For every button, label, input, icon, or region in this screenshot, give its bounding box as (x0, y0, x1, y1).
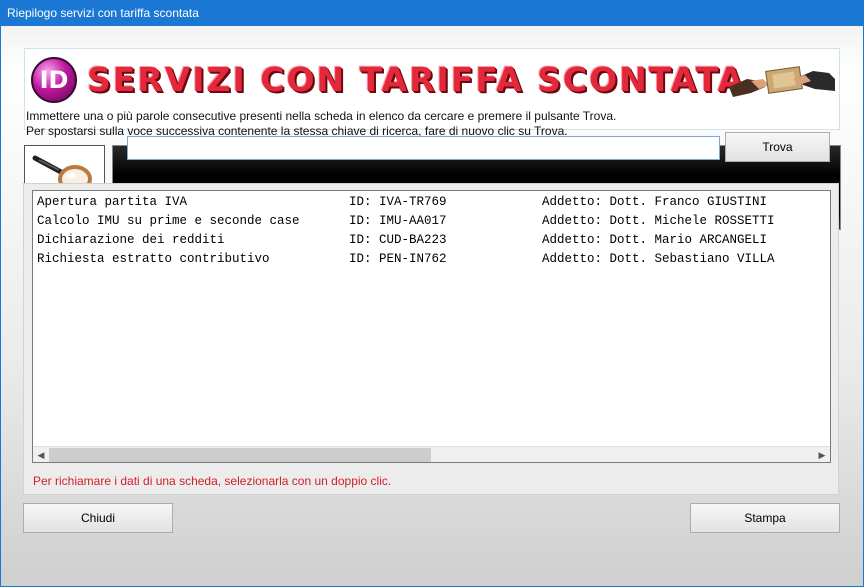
service-id: ID: CUD-BA223 (349, 233, 447, 247)
id-logo-icon: ID (31, 57, 77, 103)
results-list[interactable]: Apertura partita IVA ID: IVA-TR769 Addet… (32, 190, 831, 463)
list-item[interactable]: Richiesta estratto contributivo ID: PEN-… (37, 250, 817, 269)
service-id: ID: PEN-IN762 (349, 252, 447, 266)
window-titlebar[interactable]: Riepilogo servizi con tariffa scontata (0, 0, 864, 26)
list-item[interactable]: Calcolo IMU su prime e seconde case ID: … (37, 212, 817, 231)
service-staff: Addetto: Dott. Mario ARCANGELI (542, 233, 768, 247)
list-item[interactable]: Apertura partita IVA ID: IVA-TR769 Addet… (37, 193, 817, 212)
banner-title: SERVIZI CON TARIFFA SCONTATA (87, 60, 746, 99)
list-item[interactable]: Dichiarazione dei redditi ID: CUD-BA223 … (37, 231, 817, 250)
scrollbar-thumb[interactable] (49, 448, 431, 462)
window-title: Riepilogo servizi con tariffa scontata (7, 6, 199, 20)
double-click-hint: Per richiamare i dati di una scheda, sel… (33, 474, 392, 488)
arrow-left-icon[interactable]: ◀ (33, 447, 49, 463)
service-staff: Addetto: Dott. Franco GIUSTINI (542, 195, 768, 209)
service-name: Calcolo IMU su prime e seconde case (37, 214, 300, 228)
horizontal-scrollbar[interactable]: ◀ ▶ (33, 446, 830, 462)
app-window: Riepilogo servizi con tariffa scontata I… (0, 0, 864, 587)
service-staff: Addetto: Dott. Sebastiano VILLA (542, 252, 775, 266)
hands-money-icon (729, 66, 835, 97)
service-id: ID: IVA-TR769 (349, 195, 447, 209)
instruction-line-1: Immettere una o più parole consecutive p… (26, 109, 617, 123)
search-input[interactable] (127, 136, 720, 160)
find-button[interactable]: Trova (725, 132, 830, 162)
arrow-right-icon[interactable]: ▶ (814, 447, 830, 463)
service-id: ID: IMU-AA017 (349, 214, 447, 228)
service-name: Apertura partita IVA (37, 195, 188, 209)
service-name: Richiesta estratto contributivo (37, 252, 270, 266)
close-button[interactable]: Chiudi (23, 503, 173, 533)
service-name: Dichiarazione dei redditi (37, 233, 225, 247)
instructions: Immettere una o più parole consecutive p… (26, 109, 846, 139)
print-button[interactable]: Stampa (690, 503, 840, 533)
service-staff: Addetto: Dott. Michele ROSSETTI (542, 214, 775, 228)
